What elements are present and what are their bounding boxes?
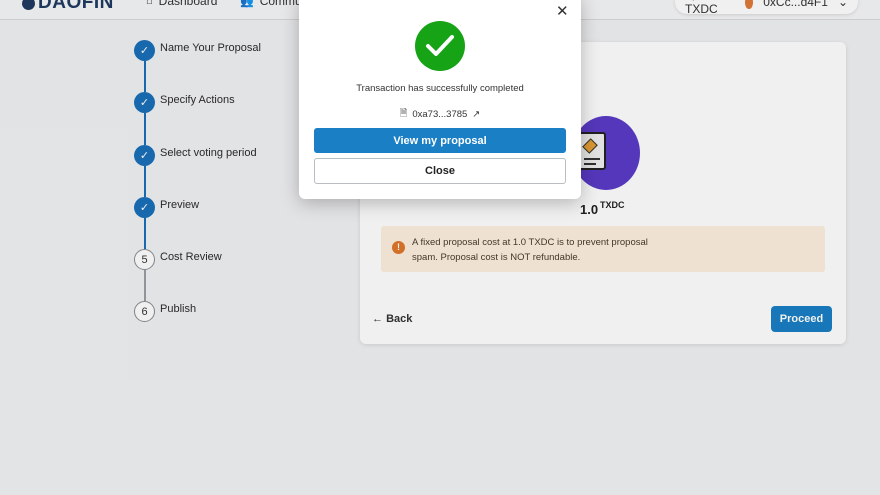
document-icon: 🗎 [399, 108, 408, 119]
view-proposal-button[interactable]: View my proposal [314, 128, 566, 153]
close-button[interactable]: Close [314, 158, 566, 184]
success-message: Transaction has successfully completed [356, 83, 524, 94]
transaction-hash: 0xa73...3785 [412, 108, 468, 120]
transaction-success-modal: ✕ Transaction has successfully completed… [299, 0, 581, 199]
transaction-link[interactable]: 🗎 0xa73...3785 ↗ [299, 106, 581, 122]
success-check-icon [415, 21, 465, 71]
external-link-icon: ↗ [472, 108, 481, 120]
close-icon[interactable]: ✕ [556, 4, 569, 19]
